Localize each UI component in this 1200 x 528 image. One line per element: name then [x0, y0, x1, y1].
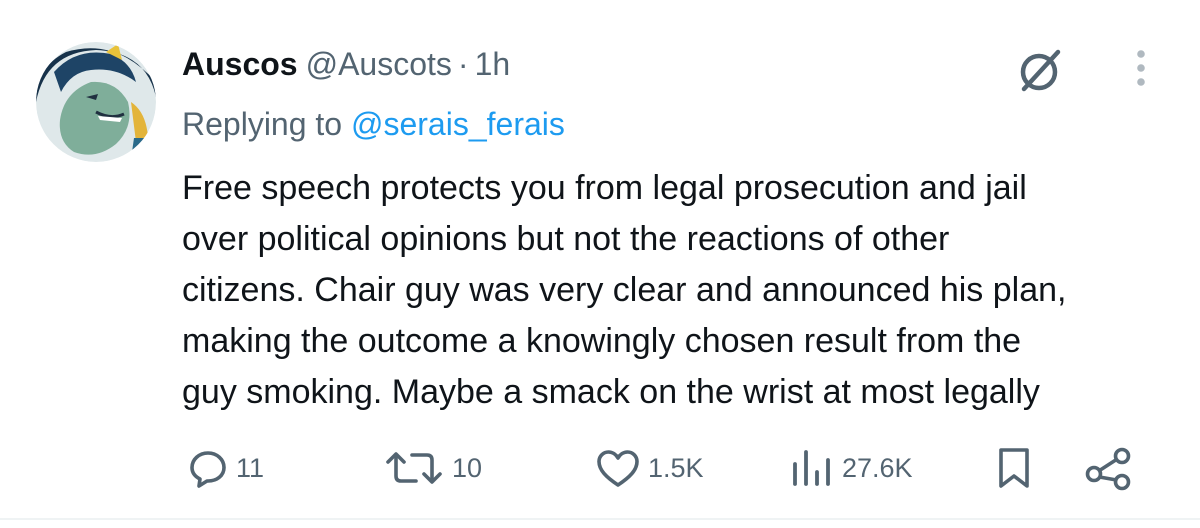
repost-icon: [382, 446, 446, 490]
like-button[interactable]: 1.5K: [594, 440, 704, 496]
replying-to-label: Replying to: [182, 106, 343, 142]
repost-button[interactable]: 10: [382, 440, 482, 496]
tweet-text: Free speech protects you from legal pros…: [182, 169, 1067, 411]
reply-count: 11: [236, 452, 265, 483]
tweet: Auscos @Auscots · 1h Replying to @serais_fe…: [0, 0, 1200, 528]
handle[interactable]: @Auscots: [306, 46, 452, 82]
action-bar: 11 10 1.5K 27.6K: [0, 440, 1200, 496]
like-count: 1.5K: [648, 452, 704, 483]
timestamp[interactable]: 1h: [475, 46, 511, 82]
reply-mention-link[interactable]: @serais_ferais: [351, 106, 565, 142]
grok-button[interactable]: [1012, 42, 1068, 98]
divider: [0, 518, 1200, 520]
tweet-header: Auscos @Auscots · 1h: [182, 44, 510, 84]
display-name[interactable]: Auscos: [182, 46, 298, 82]
separator: ·: [457, 46, 469, 82]
avatar[interactable]: [36, 42, 156, 162]
reply-icon: [186, 446, 230, 490]
repost-count: 10: [452, 452, 483, 483]
more-button[interactable]: [1124, 46, 1158, 94]
views-icon: [786, 446, 836, 490]
share-button[interactable]: [1084, 440, 1136, 496]
reply-button[interactable]: 11: [186, 440, 264, 496]
share-icon: [1084, 444, 1136, 492]
views-count: 27.6K: [842, 452, 913, 483]
bookmark-button[interactable]: [994, 440, 1034, 496]
bookmark-icon: [994, 444, 1034, 492]
like-icon: [594, 446, 642, 490]
views-button[interactable]: 27.6K: [786, 440, 913, 496]
more-icon: [1124, 50, 1158, 98]
replying-to: Replying to @serais_ferais: [182, 104, 565, 144]
grok-icon: [1012, 49, 1068, 102]
